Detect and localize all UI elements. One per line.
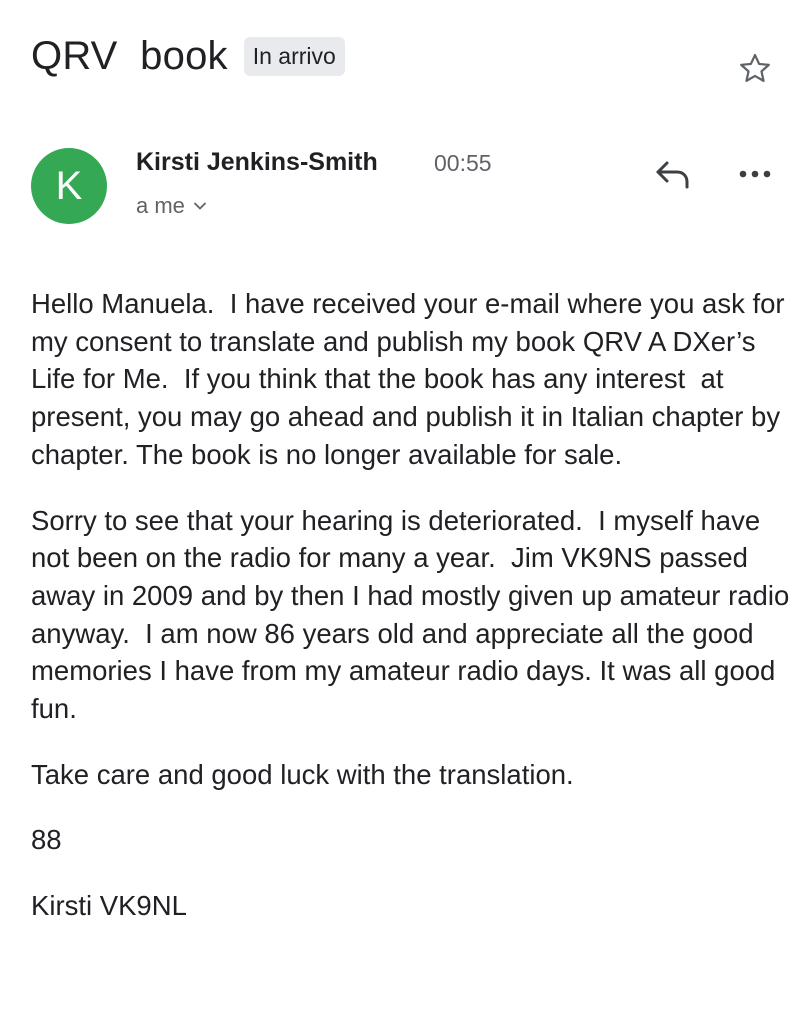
chevron-down-icon (193, 201, 207, 211)
avatar[interactable]: K (31, 148, 107, 224)
email-subject: QRV book (31, 34, 228, 78)
body-paragraph: Hello Manuela. I have received your e-ma… (31, 288, 793, 470)
reply-arrow-icon (656, 161, 689, 189)
email-signature: Kirsti VK9NL (31, 890, 187, 922)
recipients-label: a me (136, 193, 185, 218)
body-paragraph: 88 (31, 824, 62, 856)
body-paragraph: Sorry to see that your hearing is deteri… (31, 504, 797, 725)
more-horizontal-icon (739, 170, 771, 178)
email-body: Hello Manuela. I have received your e-ma… (31, 285, 791, 953)
email-header: QRV book In arrivo (31, 30, 345, 82)
sender-row: K Kirsti Jenkins-Smith 00:55 a me (31, 146, 781, 226)
email-time: 00:55 (434, 150, 492, 176)
star-outline-icon (740, 53, 770, 82)
star-button[interactable] (734, 48, 776, 90)
body-paragraph: Take care and good luck with the transla… (31, 758, 574, 790)
inbox-label-chip[interactable]: In arrivo (243, 36, 345, 76)
recipients-toggle[interactable]: a me (136, 192, 207, 220)
reply-button[interactable] (651, 152, 695, 196)
more-options-button[interactable] (735, 154, 775, 194)
sender-name[interactable]: Kirsti Jenkins-Smith (136, 146, 378, 178)
